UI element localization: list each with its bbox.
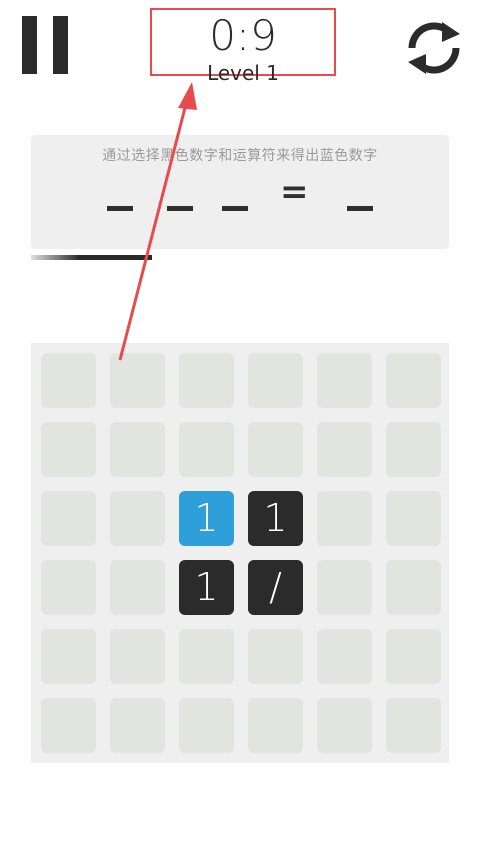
board-cell-empty[interactable] <box>386 491 441 546</box>
equation-panel: 通过选择黑色数字和运算符来得出蓝色数字 <box>31 135 449 249</box>
timer-value: 0:9 <box>209 11 277 60</box>
result-slot <box>347 206 373 211</box>
board-cell-empty[interactable] <box>110 698 165 753</box>
board-cell-empty[interactable] <box>110 422 165 477</box>
board-cell-empty[interactable] <box>386 698 441 753</box>
board-cell-empty[interactable] <box>317 560 372 615</box>
board-cell-empty[interactable] <box>41 422 96 477</box>
board-tile[interactable]: 1 <box>179 560 234 615</box>
board-cell-empty[interactable] <box>386 560 441 615</box>
board-cell-empty[interactable] <box>110 353 165 408</box>
board-cell-empty[interactable] <box>41 491 96 546</box>
board-cell-empty[interactable] <box>248 629 303 684</box>
board-cell-empty[interactable] <box>179 698 234 753</box>
pause-button[interactable] <box>22 16 68 74</box>
restart-button[interactable] <box>402 20 466 76</box>
board-cell-empty[interactable] <box>179 629 234 684</box>
board-cell-empty[interactable] <box>110 560 165 615</box>
board-cell-empty[interactable] <box>317 491 372 546</box>
board-cell-empty[interactable] <box>41 353 96 408</box>
board-cell-empty[interactable] <box>386 422 441 477</box>
board-cell-empty[interactable] <box>179 353 234 408</box>
instruction-text: 通过选择黑色数字和运算符来得出蓝色数字 <box>102 148 378 164</box>
board-cell-empty[interactable] <box>179 422 234 477</box>
time-progress-fill <box>31 255 153 260</box>
number-board: 1 1 1/ <box>31 343 449 763</box>
board-cell-empty[interactable] <box>317 698 372 753</box>
board-tile[interactable]: 1 <box>179 491 234 546</box>
board-cell-empty[interactable] <box>248 422 303 477</box>
time-progress-bar <box>31 255 449 260</box>
timer-display: 0:9 Level 1 <box>150 8 336 84</box>
refresh-icon <box>408 22 460 74</box>
equals-sign: = <box>280 172 309 212</box>
board-cell-empty[interactable] <box>41 698 96 753</box>
board-cell-empty[interactable] <box>386 353 441 408</box>
board-cell-empty[interactable] <box>317 422 372 477</box>
board-cell-empty[interactable] <box>110 491 165 546</box>
board-cell-empty[interactable] <box>386 629 441 684</box>
board-cell-empty[interactable] <box>317 353 372 408</box>
board-tile[interactable]: 1 <box>248 491 303 546</box>
board-cell-empty[interactable] <box>248 698 303 753</box>
board-cell-empty[interactable] <box>110 629 165 684</box>
board-cell-empty[interactable] <box>317 629 372 684</box>
board-cell-empty[interactable] <box>41 629 96 684</box>
level-label: Level 1 <box>207 61 279 85</box>
board-cell-empty[interactable] <box>248 353 303 408</box>
board-cell-empty[interactable] <box>41 560 96 615</box>
operator-slot <box>167 206 193 211</box>
operand-slot-2 <box>222 206 248 211</box>
board-tile[interactable]: / <box>248 560 303 615</box>
operand-slot-1 <box>107 206 133 211</box>
